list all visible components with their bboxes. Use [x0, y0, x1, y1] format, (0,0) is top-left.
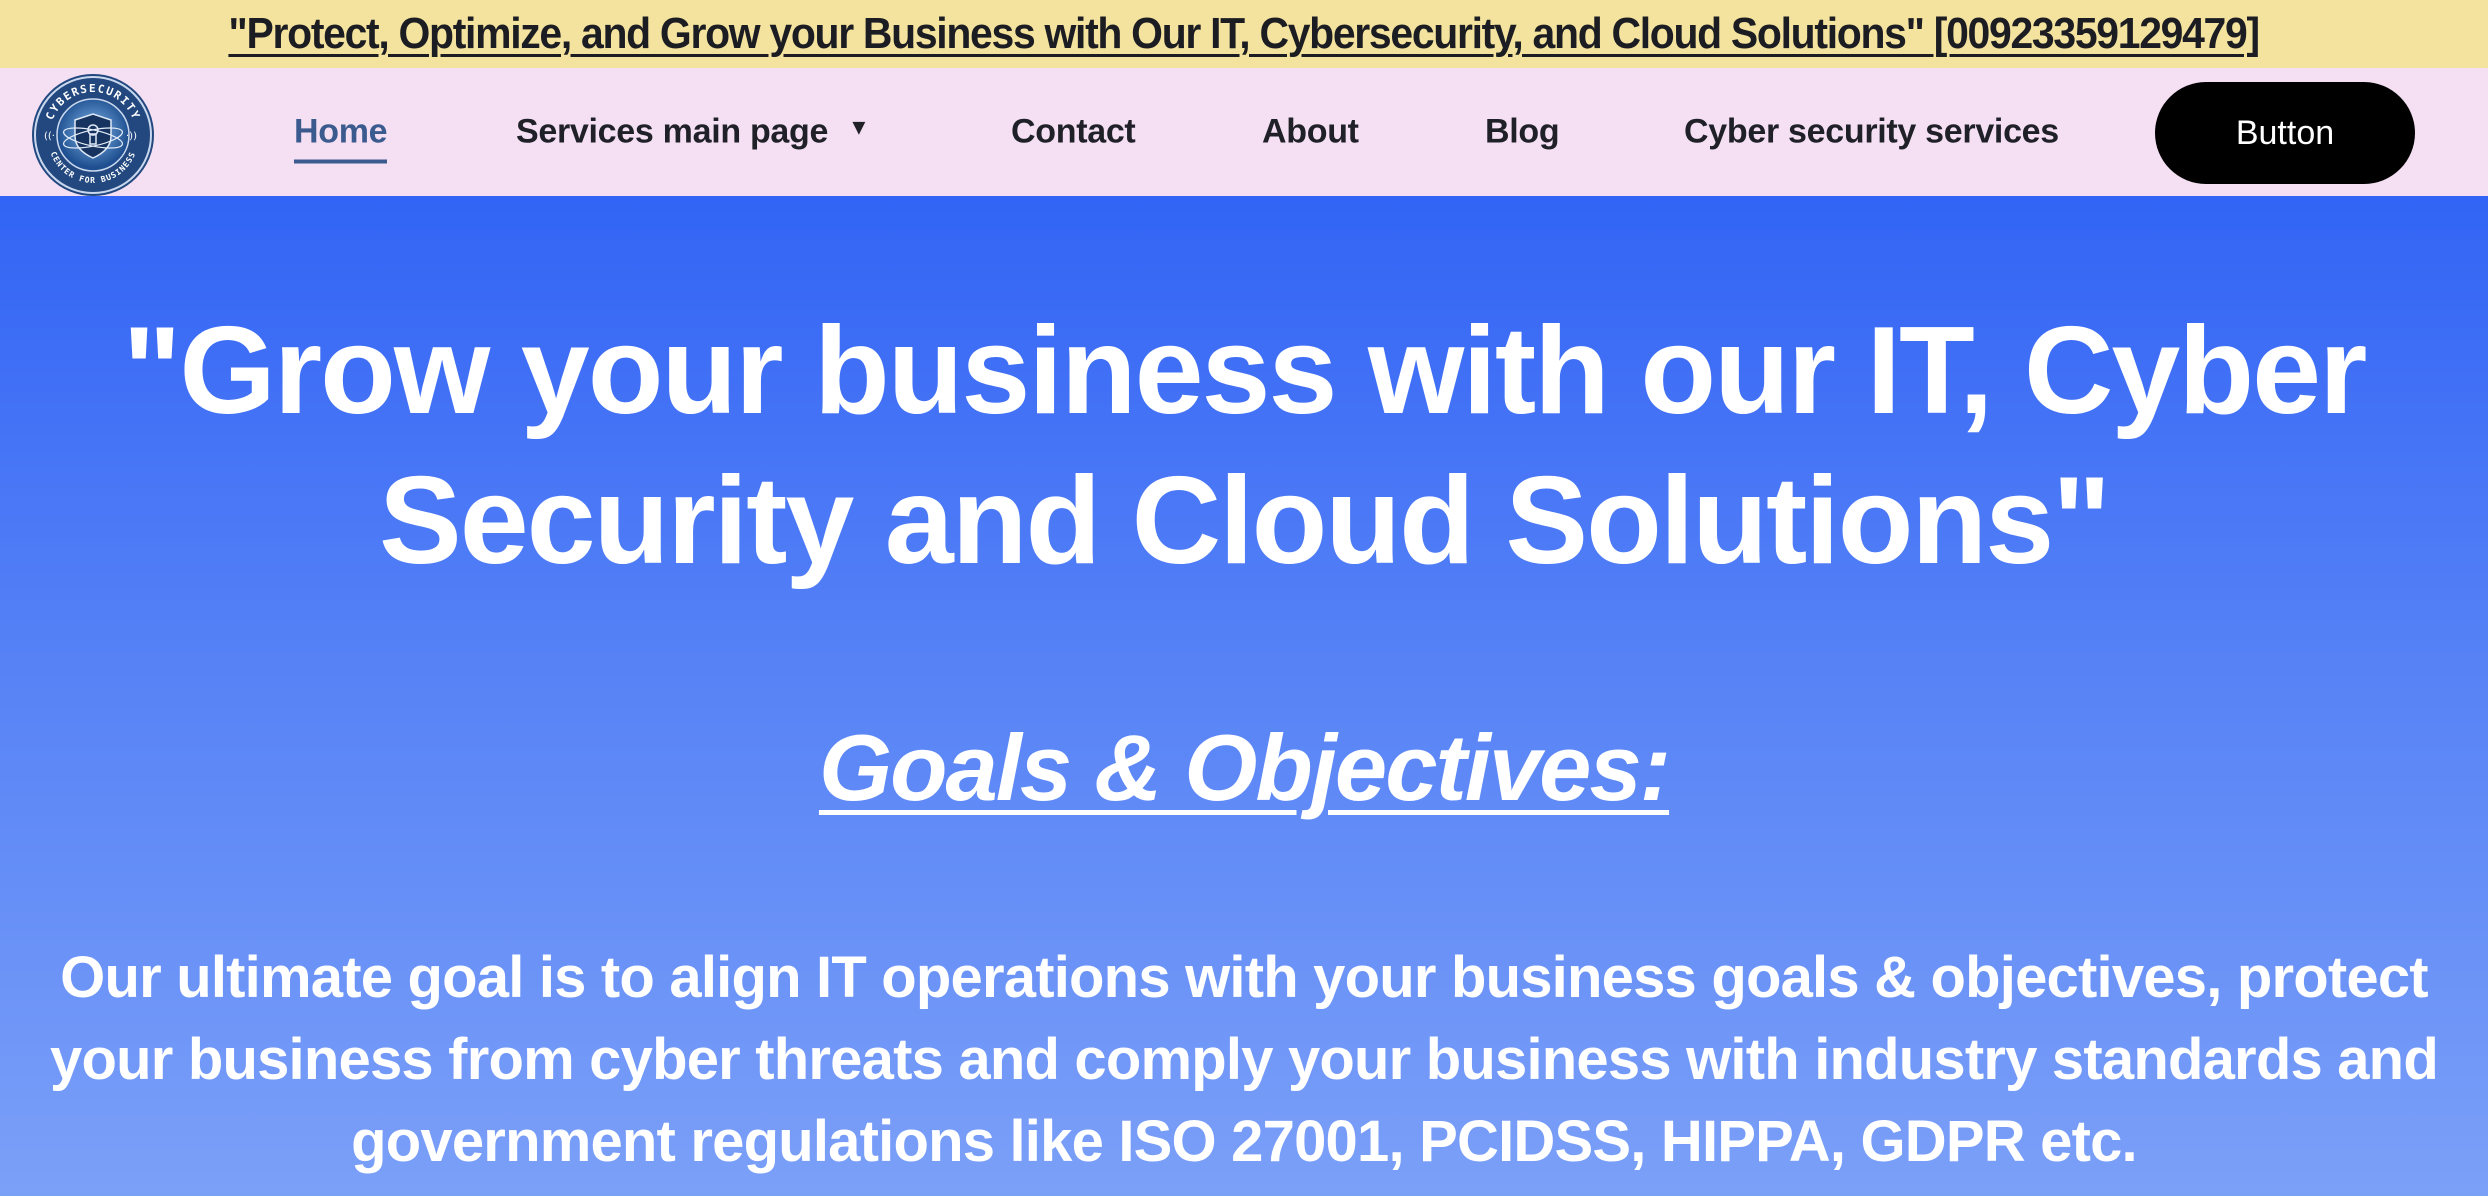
logo[interactable]: CYBERSECURITY CENTER FOR BUSINESS ((· ·)…	[30, 72, 156, 198]
announcement-bar: "Protect, Optimize, and Grow your Busine…	[0, 0, 2488, 68]
nav-home[interactable]: Home	[294, 113, 388, 164]
nav-about[interactable]: About	[1262, 113, 1359, 152]
goals-paragraph: Our ultimate goal is to align IT operati…	[50, 945, 2439, 1174]
nav-cyber-security-services[interactable]: Cyber security services	[1684, 113, 2059, 152]
goals-heading: Goals & Objectives:	[818, 715, 1671, 820]
svg-text:((·: ((·	[44, 131, 55, 142]
navbar: CYBERSECURITY CENTER FOR BUSINESS ((· ·)…	[0, 68, 2488, 196]
hero-section: "Grow your business with our IT, Cyber S…	[0, 196, 2488, 1196]
svg-text:·)): ·))	[126, 131, 137, 142]
nav-blog[interactable]: Blog	[1485, 113, 1560, 152]
hero-headline: "Grow your business with our IT, Cyber S…	[122, 302, 2368, 590]
nav-services-main-page[interactable]: Services main page	[516, 113, 828, 152]
caret-down-icon[interactable]: ▼	[848, 114, 870, 140]
announcement-link[interactable]: "Protect, Optimize, and Grow your Busine…	[229, 9, 2261, 59]
cta-button[interactable]: Button	[2155, 82, 2415, 184]
nav-contact[interactable]: Contact	[1011, 113, 1136, 152]
